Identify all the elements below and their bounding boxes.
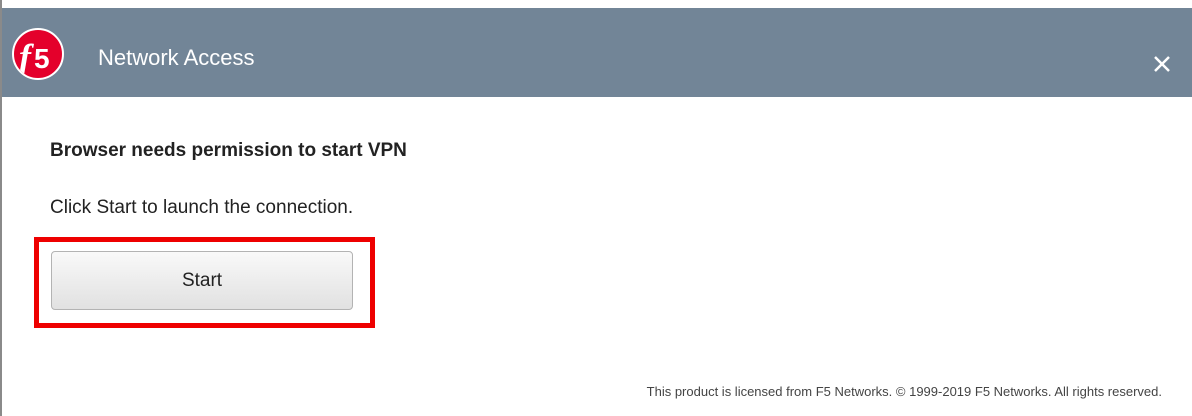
instruction-text: Click Start to launch the connection. xyxy=(50,197,354,218)
permission-heading: Browser needs permission to start VPN xyxy=(50,140,407,161)
start-button[interactable]: Start xyxy=(51,251,353,310)
network-access-window: f 5 Network Access Browser needs permiss… xyxy=(0,0,1192,416)
window-title: Network Access xyxy=(98,45,255,70)
svg-text:5: 5 xyxy=(34,43,50,74)
svg-text:f: f xyxy=(19,37,34,77)
close-icon[interactable] xyxy=(1152,54,1172,74)
license-footer: This product is licensed from F5 Network… xyxy=(646,384,1162,399)
f5-logo-icon: f 5 xyxy=(12,28,64,80)
title-bar: f 5 Network Access xyxy=(2,0,1192,97)
